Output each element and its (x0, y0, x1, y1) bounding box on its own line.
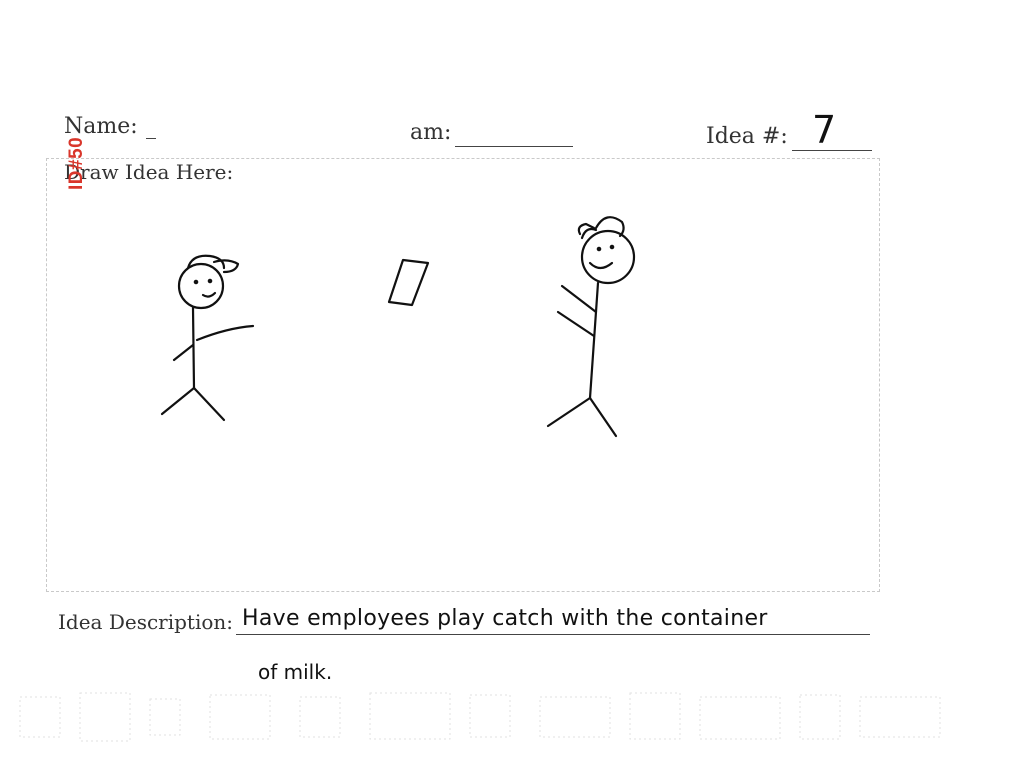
left-stick-figure (160, 254, 255, 422)
right-stick-figure (546, 216, 636, 438)
description-line-2: of milk. (258, 660, 333, 684)
idea-description-label: Idea Description: (58, 610, 234, 634)
milk-carton (387, 258, 430, 307)
description-line-1: Have employees play catch with the conta… (242, 606, 768, 631)
sketch-drawing (160, 216, 636, 438)
